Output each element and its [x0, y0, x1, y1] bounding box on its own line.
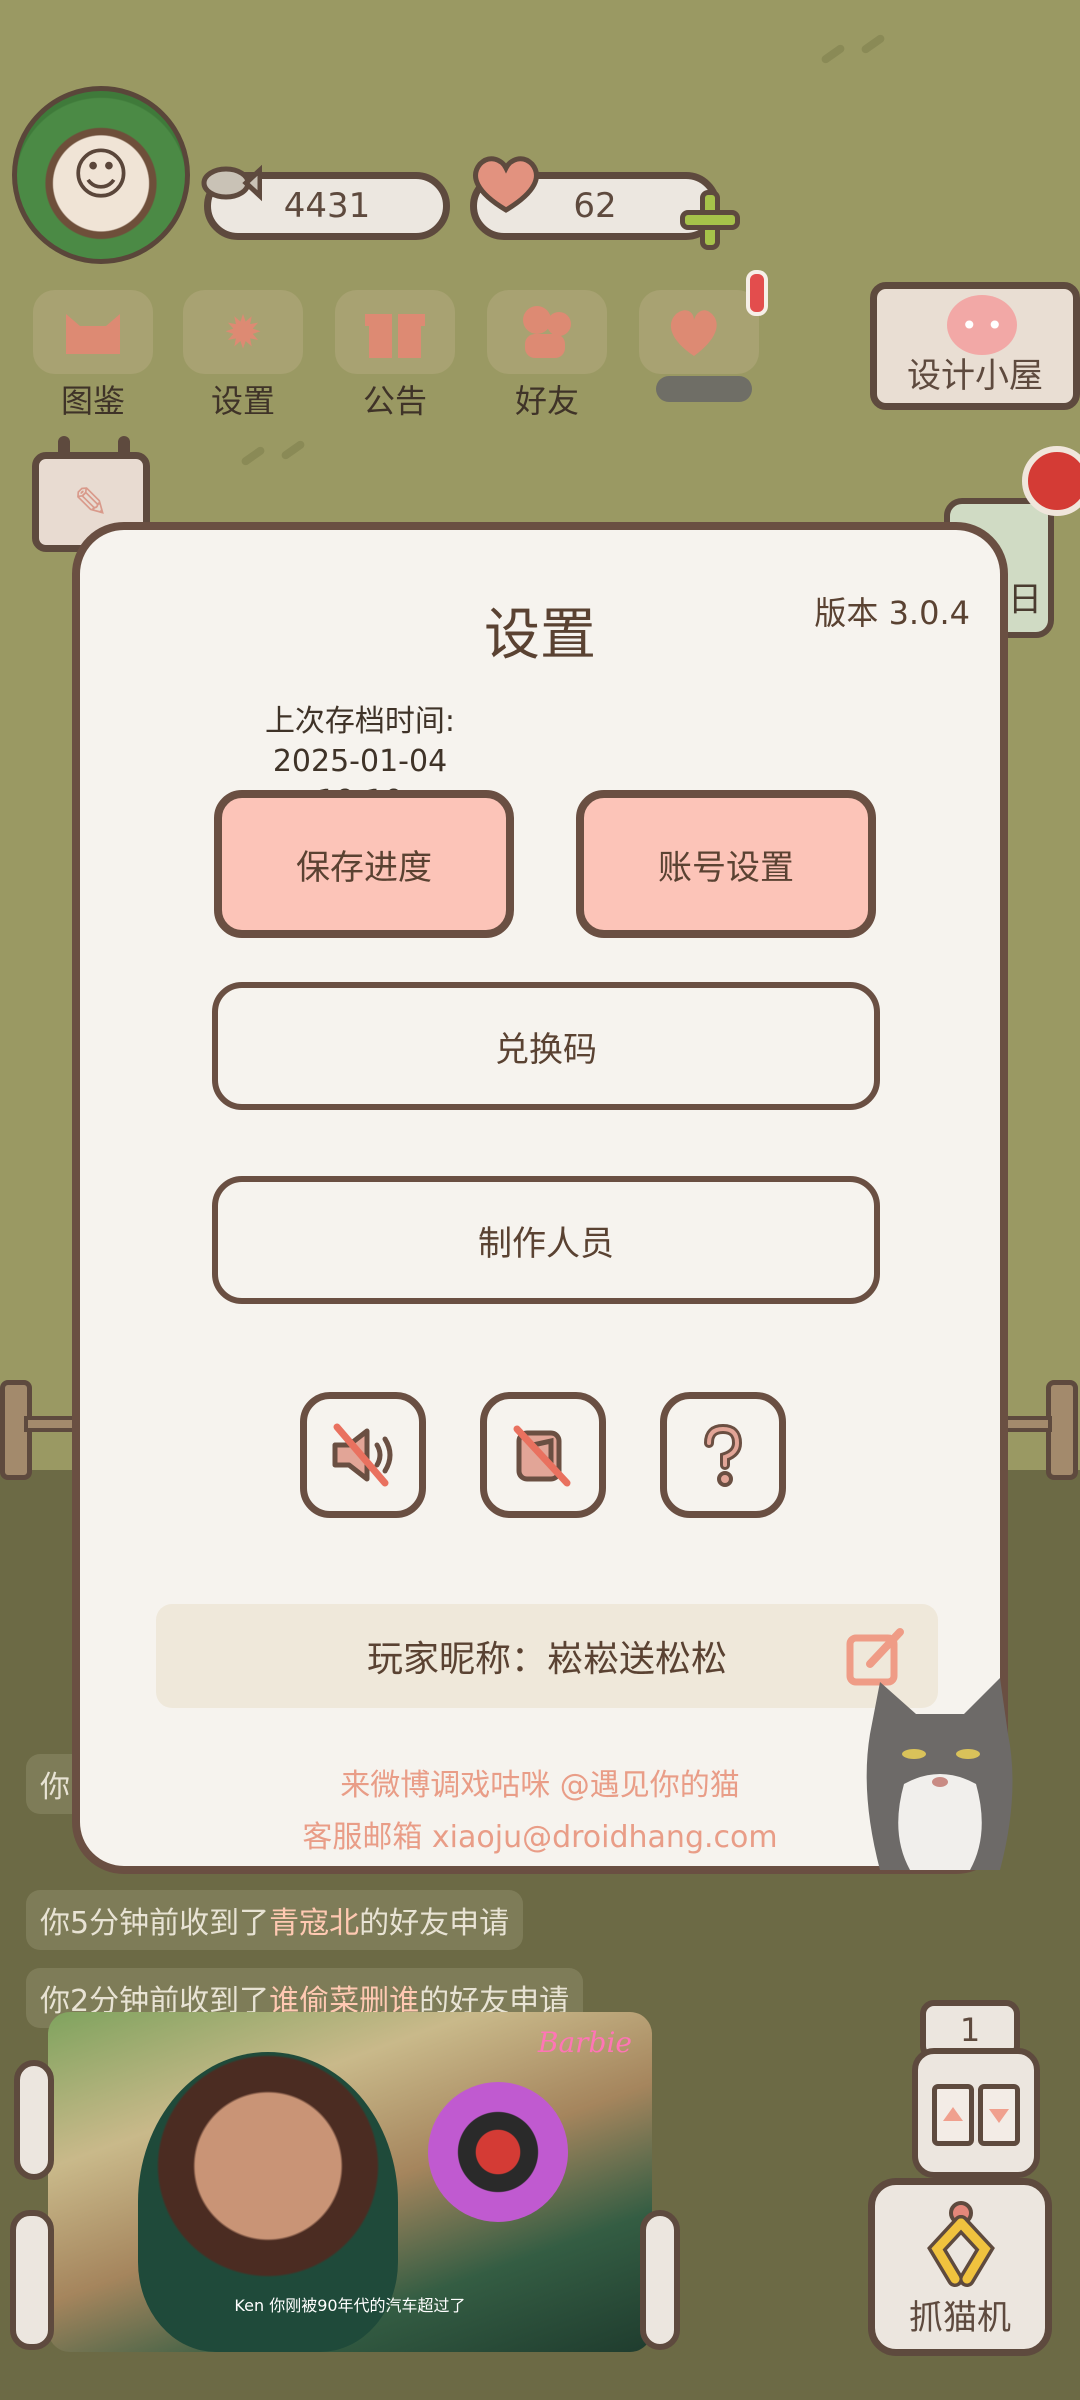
- account-settings-label: 账号设置: [658, 847, 794, 888]
- account-settings-button[interactable]: 账号设置: [576, 790, 876, 938]
- help-button[interactable]: [660, 1392, 786, 1518]
- last-save-label: 上次存档时间:: [264, 704, 456, 739]
- redeem-code-button[interactable]: 兑换码: [212, 982, 880, 1110]
- credits-button[interactable]: 制作人员: [212, 1176, 880, 1304]
- sound-muted-icon: [332, 1423, 393, 1487]
- menu-announcement[interactable]: 公告: [330, 290, 460, 420]
- nickname-text: 玩家昵称：崧崧送松松: [366, 1639, 727, 1680]
- video-robot-image: [428, 2082, 568, 2222]
- add-hearts-button[interactable]: [680, 190, 740, 250]
- music-muted-icon: [513, 1425, 571, 1487]
- cat-head-icon: [33, 290, 153, 374]
- claw-machine-button[interactable]: 抓猫机: [868, 2178, 1052, 2356]
- nickname-bar: 玩家昵称：崧崧送松松: [156, 1604, 938, 1708]
- cat-peek-image: [866, 1678, 1013, 1870]
- settings-dialog: 设置 版本 3.0.4 上次存档时间: 2025-01-04 19:10 保存进…: [72, 522, 1013, 1874]
- chat-message-text: 的好友申请: [359, 1906, 510, 1941]
- menu-catalog[interactable]: 图鉴: [28, 290, 158, 420]
- music-toggle-button[interactable]: [480, 1392, 606, 1518]
- menu-settings[interactable]: ✹ 设置: [178, 290, 308, 420]
- gear-icon: ✹: [183, 290, 303, 374]
- left-side-button[interactable]: [10, 2210, 54, 2350]
- design-house-label: 设计小屋: [907, 356, 1043, 396]
- paw-heart-icon: [639, 290, 759, 374]
- version-label: 版本 3.0.4: [814, 594, 970, 632]
- mask-icon: • •: [947, 295, 1017, 355]
- side-button[interactable]: [640, 2210, 680, 2350]
- design-house-button[interactable]: • • 设计小屋: [870, 282, 1080, 410]
- menu-friends-label: 好友: [514, 382, 579, 420]
- question-mark-icon: [704, 1423, 743, 1487]
- left-side-button[interactable]: [14, 2060, 54, 2180]
- claw-machine-label: 抓猫机: [909, 2298, 1011, 2338]
- claw-box-icon[interactable]: [912, 2048, 1040, 2178]
- claw-icon: [927, 2201, 995, 2287]
- video-watermark: Barbie: [537, 2026, 632, 2059]
- chat-message: 你5分钟前收到了 青寇北 的好友申请: [26, 1890, 524, 1950]
- door-left-icon: [932, 2084, 974, 2146]
- avatar-face-icon: ☺: [71, 142, 131, 208]
- friends-icon: [487, 290, 607, 374]
- fish-count-value: 4431: [283, 186, 371, 226]
- video-overlay[interactable]: Barbie Ken 你刚被90年代的汽车超过了: [48, 2012, 652, 2352]
- fish-icon: [198, 158, 262, 208]
- menu-announcement-label: 公告: [362, 382, 427, 420]
- video-caption: Ken 你刚被90年代的汽车超过了: [234, 2296, 466, 2315]
- save-progress-label: 保存进度: [296, 847, 432, 888]
- sound-toggle-button[interactable]: [300, 1392, 426, 1518]
- credits-label: 制作人员: [478, 1223, 614, 1264]
- menu-catalog-label: 图鉴: [60, 382, 125, 420]
- player-avatar[interactable]: ☺: [12, 86, 190, 264]
- pencil-icon: ✎: [73, 477, 109, 527]
- heart-icon: [466, 152, 546, 216]
- jar-label: 日: [1008, 580, 1042, 620]
- claw-count-value: 1: [959, 2011, 981, 2049]
- door-right-icon: [978, 2084, 1020, 2146]
- chat-friend-name[interactable]: 青寇北: [269, 1898, 359, 1942]
- notification-badge: [746, 270, 768, 316]
- redeem-code-label: 兑换码: [495, 1029, 597, 1070]
- chat-message-text: 你5分钟前收到了: [40, 1906, 270, 1941]
- gift-icon: [335, 290, 455, 374]
- heart-count-value: 62: [573, 186, 617, 226]
- menu-settings-label: 设置: [210, 382, 275, 420]
- save-progress-button[interactable]: 保存进度: [214, 790, 514, 938]
- menu-friends[interactable]: 好友: [482, 290, 612, 420]
- menu-interaction-label-placeholder: [656, 376, 752, 402]
